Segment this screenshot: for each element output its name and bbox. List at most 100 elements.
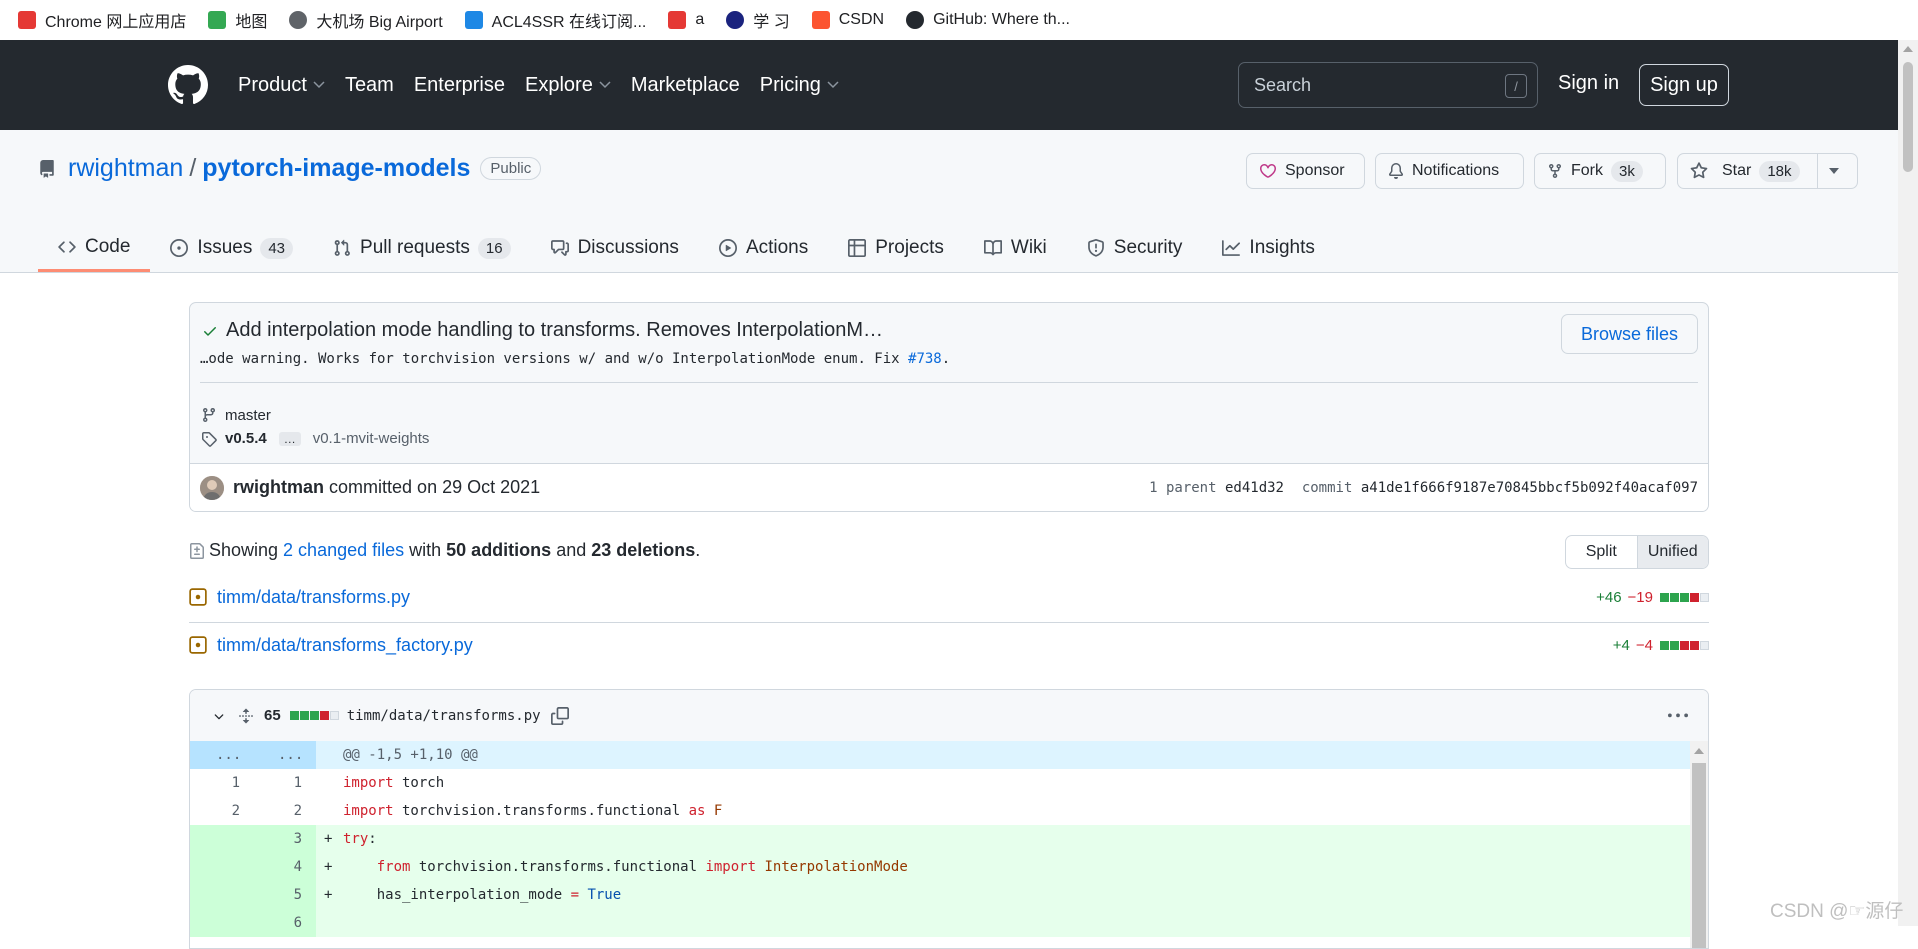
tab-label: Wiki [1010,237,1047,258]
unified-view-button[interactable]: Unified [1637,536,1708,568]
old-line-number[interactable]: 1 [190,775,240,791]
chevron-down-icon [599,81,611,89]
additions-count: 50 additions [446,540,552,560]
browse-files-button[interactable]: Browse files [1561,314,1698,354]
commit-details: Add interpolation mode handling to trans… [189,302,1709,512]
new-line-number[interactable]: 1 [254,775,302,791]
star-button[interactable]: Star 18k [1677,153,1858,189]
issue-link[interactable]: #738 [908,351,942,367]
bookmark-item[interactable]: 学 习 [726,8,790,32]
repo-name-link[interactable]: pytorch-image-models [202,154,470,183]
pull-request-icon [334,239,350,256]
notifications-button[interactable]: Notifications [1375,153,1524,189]
sponsor-button[interactable]: Sponsor [1246,153,1365,189]
commit-author-line: rwightman committed on 29 Oct 2021 [233,477,540,498]
new-line-number[interactable]: 5 [254,887,302,903]
tags-expand-button[interactable]: … [278,431,301,446]
hunk-expand-new[interactable]: ... [278,747,303,763]
fork-button[interactable]: Fork 3k [1534,153,1666,189]
repo-header: rwightman / pytorch-image-models Public … [0,130,1898,273]
file-modified-icon [189,588,207,606]
bookmark-item[interactable]: CSDN [811,11,884,29]
tab-label: Issues [197,237,253,258]
file-diff-icon [190,542,204,559]
changed-file-row: timm/data/transforms_factory.py +4 −4 [189,621,1709,669]
diff-scrollbar[interactable] [1690,741,1708,948]
tab-pull-requests[interactable]: Pull requests 16 [313,224,531,272]
nav-marketplace[interactable]: Marketplace [631,74,740,97]
hunk-text: @@ -1,5 +1,10 @@ [343,747,478,763]
code-token: as [688,803,706,819]
bookmark-item[interactable]: GitHub: Where th... [906,11,1070,29]
changed-file-link[interactable]: timm/data/transforms_factory.py [217,635,473,656]
diff-file-path[interactable]: timm/data/transforms.py [347,708,541,724]
sign-up-button[interactable]: Sign up [1639,64,1729,106]
tab-issues[interactable]: Issues 43 [150,224,313,272]
kebab-menu-icon[interactable] [1668,706,1688,726]
new-line-number[interactable]: 2 [254,803,302,819]
copy-icon[interactable] [550,706,569,725]
nav-enterprise[interactable]: Enterprise [414,74,505,97]
nav-label: Marketplace [630,73,740,96]
nav-label: Product [238,73,307,96]
new-line-number[interactable]: 3 [254,831,302,847]
repo-owner-link[interactable]: rwightman [68,154,183,183]
learn-icon [726,11,745,29]
code-token: from [376,859,411,875]
bookmark-item[interactable]: 大机场 Big Airport [289,8,443,32]
tab-actions[interactable]: Actions [699,224,828,272]
bookmark-item[interactable]: a [668,11,704,29]
github-logo-icon[interactable] [168,65,208,105]
nav-explore[interactable]: Explore [525,74,611,97]
search-input[interactable]: Search / [1238,62,1538,108]
page-scrollbar[interactable] [1898,40,1918,926]
visibility-badge: Public [480,157,542,180]
chevron-down-icon[interactable] [212,709,226,723]
tab-wiki[interactable]: Wiki [964,224,1067,272]
tab-discussions[interactable]: Discussions [531,224,699,272]
sponsor-label: Sponsor [1285,162,1345,179]
scroll-up-arrow-icon[interactable] [1694,748,1704,754]
diff-line-context: 1 1 import torch [190,769,1690,797]
nav-product[interactable]: Product [238,74,325,97]
changed-file-link[interactable]: timm/data/transforms.py [217,587,410,608]
star-count: 18k [1759,160,1800,182]
heart-icon [1260,164,1276,178]
scroll-up-arrow-icon[interactable] [1903,46,1913,52]
new-line-number[interactable]: 6 [254,915,302,931]
code-text: try: [343,831,377,847]
tab-projects[interactable]: Projects [828,224,964,272]
sign-in-link[interactable]: Sign in [1558,72,1619,95]
showing-label: Showing [209,540,279,560]
bookmark-item[interactable]: Chrome 网上应用店 [18,8,186,32]
new-line-number[interactable]: 4 [254,859,302,875]
star-list-dropdown[interactable] [1817,154,1858,188]
branch-name[interactable]: master [225,407,271,424]
tab-code[interactable]: Code [38,224,151,272]
chevron-down-icon [313,81,325,89]
avatar[interactable] [200,476,224,500]
commit-sha: commit a41de1f666f9187e70845bbcf5b092f40… [1302,480,1698,496]
unfold-icon[interactable] [238,707,254,725]
hunk-expand-old[interactable]: ... [216,747,241,763]
split-view-button[interactable]: Split [1566,536,1638,568]
diffstat-block [1680,640,1689,650]
tag-last[interactable]: v0.1-mvit-weights [313,430,430,447]
tab-insights[interactable]: Insights [1202,224,1334,272]
nav-pricing[interactable]: Pricing [760,74,839,97]
diff-sign: + [324,887,333,903]
tab-security[interactable]: Security [1067,224,1203,272]
tab-label: Insights [1249,237,1315,258]
tag-first[interactable]: v0.5.4 [225,430,267,447]
code-text: from torchvision.transforms.functional i… [343,859,908,875]
bookmark-item[interactable]: 地图 [208,8,267,32]
author-name[interactable]: rwightman [233,477,324,497]
scrollbar-thumb[interactable] [1692,763,1706,948]
file-diff: 6 5 timm/data/transforms.py ... ... @@ -1… [189,689,1709,949]
changed-files-link[interactable]: 2 changed files [283,540,404,561]
bookmark-item[interactable]: ACL4SSR 在线订阅... [464,8,646,32]
scrollbar-thumb[interactable] [1903,62,1913,172]
nav-team[interactable]: Team [345,74,394,97]
parent-sha-link[interactable]: ed41d32 [1225,480,1284,496]
old-line-number[interactable]: 2 [190,803,240,819]
